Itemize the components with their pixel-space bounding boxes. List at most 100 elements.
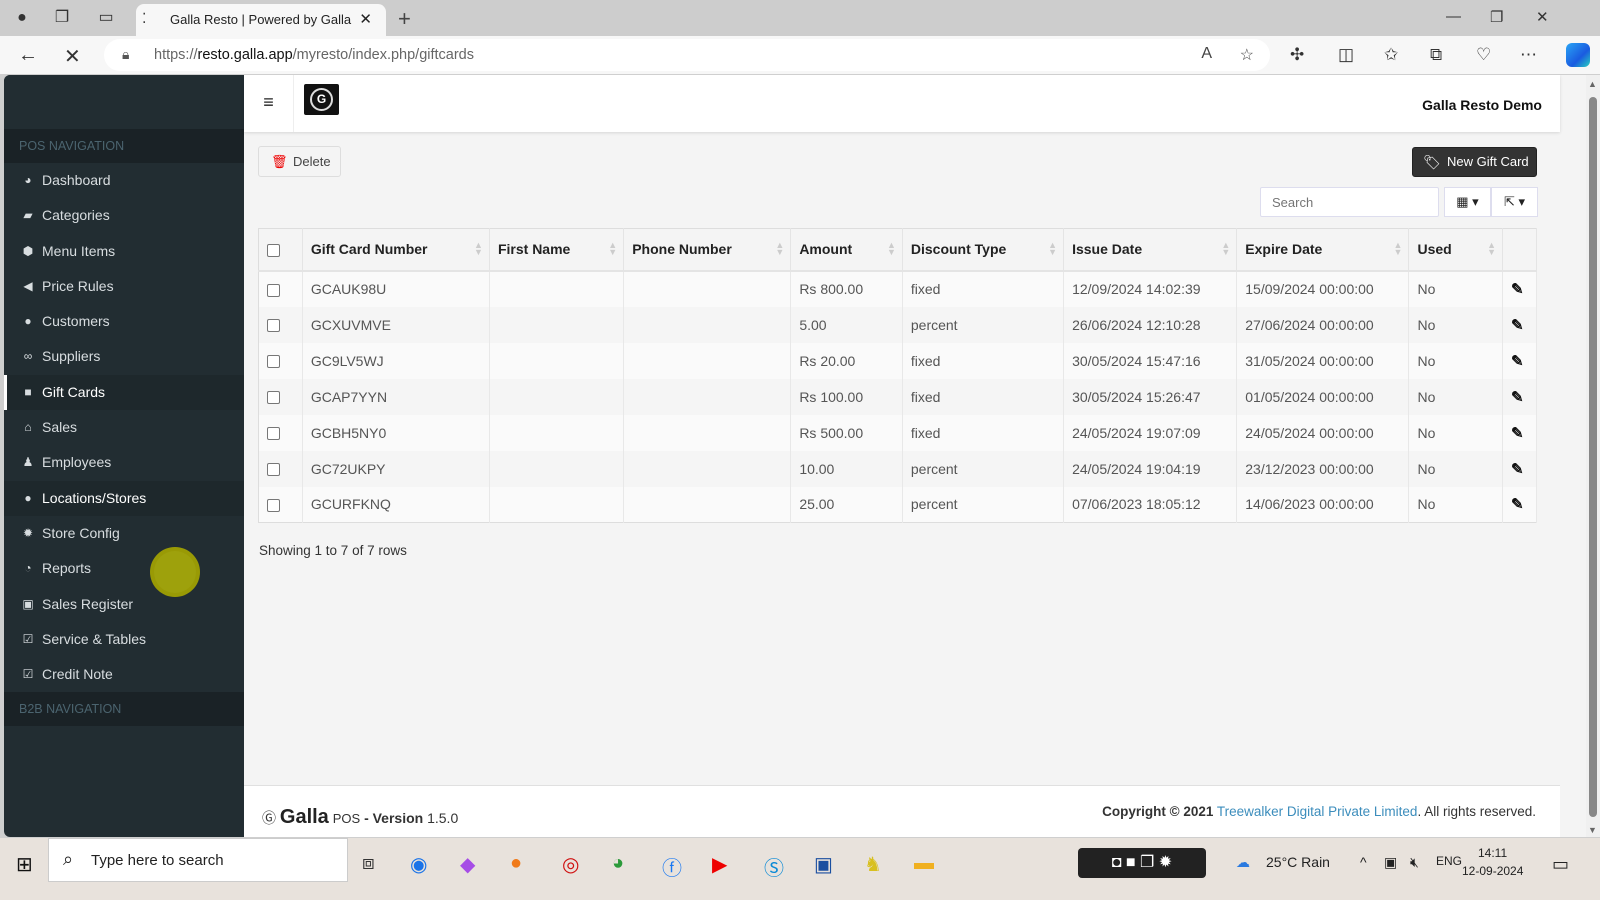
table-row[interactable]: GC72UKPY 10.00 percent 24/05/2024 19:04:19 2… [258, 450, 1537, 487]
column-header-amount[interactable]: Amount ▲ ▼ [790, 228, 903, 272]
scroll-down-icon[interactable]: ▼ [1588, 825, 1597, 835]
weather-icon[interactable]: ☁ [1236, 854, 1250, 871]
tab-actions-icon[interactable]: ▭ [96, 8, 116, 28]
sidebar-item-categories[interactable]: ▰ Categories [4, 198, 244, 233]
row-checkbox[interactable] [267, 427, 280, 441]
menu-toggle-icon[interactable]: ≡ [244, 75, 294, 132]
edit-icon[interactable]: ✎ [1511, 496, 1524, 513]
edge-icon[interactable]: ◉ [410, 852, 427, 877]
columns-toggle-button[interactable]: ▦ ▾ [1444, 187, 1491, 217]
sidebar-item-sales-register[interactable]: ▣ Sales Register [4, 587, 244, 622]
task-view-icon[interactable]: ⧈ [362, 852, 375, 875]
row-checkbox[interactable] [267, 391, 280, 405]
table-row[interactable]: GCXUVMVE 5.00 percent 26/06/2024 12:10:28 27… [258, 306, 1537, 343]
facebook-icon[interactable]: ⓕ [662, 852, 682, 881]
read-aloud-icon[interactable]: A [1201, 45, 1212, 63]
url-field[interactable]: 🔒︎ https://resto.galla.app/myresto/index… [104, 39, 1270, 71]
edit-icon[interactable]: ✎ [1511, 425, 1524, 442]
account-name[interactable]: Galla Resto Demo [1422, 97, 1542, 113]
export-button[interactable]: ⇱ ▾ [1491, 187, 1538, 217]
company-link[interactable]: Treewalker Digital Private Limited [1217, 804, 1418, 819]
workspaces-icon[interactable]: ❐ [52, 8, 72, 28]
table-row[interactable]: GCAUK98U Rs 800.00 fixed 12/09/2024 14:02:3… [258, 270, 1537, 307]
column-header-expire-date[interactable]: Expire Date ▲ ▼ [1236, 228, 1410, 272]
column-header-discount-type[interactable]: Discount Type ▲ ▼ [902, 228, 1065, 272]
row-checkbox[interactable] [267, 499, 280, 513]
favorite-star-icon[interactable]: ☆ [1240, 45, 1254, 65]
table-row[interactable]: GCAP7YYN Rs 100.00 fixed 30/05/2024 15:26:4… [258, 378, 1537, 415]
clock-date[interactable]: 12-09-2024 [1462, 864, 1523, 878]
edit-icon[interactable]: ✎ [1511, 461, 1524, 478]
column-header-first-name[interactable]: First Name ▲ ▼ [489, 228, 625, 272]
copilot-app-icon[interactable]: ◆ [460, 852, 475, 877]
app-icon[interactable]: ♞ [864, 852, 882, 877]
table-row[interactable]: GC9LV5WJ Rs 20.00 fixed 30/05/2024 15:47:16… [258, 342, 1537, 379]
page-scrollbar[interactable]: ▲ ▼ [1586, 75, 1600, 837]
table-row[interactable]: GCURFKNQ 25.00 percent 07/06/2023 18:05:12 1… [258, 486, 1537, 523]
windows-start-icon[interactable]: ⊞ [16, 852, 33, 877]
row-checkbox[interactable] [267, 463, 280, 477]
copilot-icon[interactable] [1566, 43, 1590, 67]
profile-icon[interactable]: ● [12, 8, 32, 28]
sidebar-item-dashboard[interactable]: ◕ Dashboard [4, 163, 244, 198]
network-icon[interactable]: ▣ [1384, 854, 1397, 871]
new-tab-icon[interactable]: + [398, 6, 411, 32]
sidebar-item-sales[interactable]: ⌂ Sales [4, 410, 244, 445]
sidebar-item-suppliers[interactable]: ∞ Suppliers [4, 339, 244, 374]
scroll-up-icon[interactable]: ▲ [1588, 79, 1597, 89]
sidebar-item-employees[interactable]: ♟ Employees [4, 445, 244, 480]
brand-logo[interactable]: G [304, 84, 339, 115]
browser-tab-active[interactable]: ⁚ Galla Resto | Powered by Galla ✕ [136, 4, 386, 36]
row-checkbox[interactable] [267, 283, 280, 297]
store-icon[interactable]: ▣ [814, 852, 833, 877]
split-screen-icon[interactable]: ◫ [1338, 45, 1354, 65]
clock-time[interactable]: 14:11 [1478, 846, 1507, 860]
scrollbar-thumb[interactable] [1589, 97, 1597, 817]
search-input[interactable] [1260, 187, 1439, 217]
collections-icon[interactable]: ⧉ [1430, 45, 1442, 65]
extensions-icon[interactable]: ✣ [1290, 45, 1304, 65]
edit-icon[interactable]: ✎ [1511, 389, 1524, 406]
sidebar-item-menu-items[interactable]: ⬢ Menu Items [4, 234, 244, 269]
sidebar-item-customers[interactable]: ● Customers [4, 304, 244, 339]
sidebar-item-credit-note[interactable]: ☑ Credit Note [4, 657, 244, 692]
sidebar-item-price-rules[interactable]: ◀ Price Rules [4, 269, 244, 304]
chrome-icon[interactable]: ◕ [612, 852, 624, 875]
new-gift-card-button[interactable]: 🏷︎ New Gift Card [1412, 147, 1537, 177]
skype-icon[interactable]: Ⓢ [764, 852, 784, 881]
sidebar-item-store-config[interactable]: ✹ Store Config [4, 516, 244, 551]
lock-icon[interactable]: 🔒︎ [122, 46, 129, 63]
select-all-checkbox[interactable] [267, 244, 280, 258]
browser-essentials-icon[interactable]: ♡ [1476, 45, 1491, 65]
close-tab-icon[interactable]: ✕ [359, 10, 372, 28]
sidebar-item-locations-stores[interactable]: ● Locations/Stores [4, 480, 244, 516]
sidebar-item-gift-cards[interactable]: ■ Gift Cards [4, 374, 244, 411]
file-explorer-icon[interactable]: ▬ [914, 852, 934, 875]
language-indicator[interactable]: ENG [1436, 854, 1462, 868]
taskbar-search[interactable]: ⌕ Type here to search [48, 838, 348, 882]
sidebar-item-reports[interactable]: ◔ Reports [4, 551, 244, 586]
show-hidden-icons[interactable]: ^ [1360, 854, 1367, 870]
row-checkbox[interactable] [267, 355, 280, 369]
back-icon[interactable]: ← [18, 44, 38, 67]
edit-icon[interactable]: ✎ [1511, 281, 1524, 298]
minimize-icon[interactable]: — [1446, 8, 1461, 25]
weather-text[interactable]: 25°C Rain [1266, 854, 1330, 870]
volume-muted-icon[interactable]: 🔇︎ [1410, 854, 1419, 871]
more-menu-icon[interactable]: ⋯ [1520, 45, 1537, 65]
window-close-icon[interactable]: ✕ [1536, 8, 1549, 26]
delete-button[interactable]: 🗑︎ Delete [258, 146, 341, 177]
notifications-icon[interactable]: ▭ [1552, 854, 1569, 875]
column-header-gift-card-number[interactable]: Gift Card Number ▲ ▼ [302, 228, 490, 272]
favorites-icon[interactable]: ✩ [1384, 45, 1398, 65]
table-row[interactable]: GCBH5NY0 Rs 500.00 fixed 24/05/2024 19:07:0… [258, 414, 1537, 451]
sidebar-item-service-tables[interactable]: ☑ Service & Tables [4, 622, 244, 657]
edit-icon[interactable]: ✎ [1511, 353, 1524, 370]
youtube-icon[interactable]: ▶ [712, 852, 727, 877]
row-checkbox[interactable] [267, 319, 280, 333]
stop-loading-icon[interactable]: ✕ [64, 44, 81, 69]
capture-toolbar[interactable]: ◘ ■ ❐ ✹ [1078, 848, 1206, 878]
recorder-icon[interactable]: ◎ [562, 852, 579, 877]
restore-icon[interactable]: ❐ [1490, 8, 1503, 26]
column-header-used[interactable]: Used ▲ ▼ [1408, 228, 1504, 272]
